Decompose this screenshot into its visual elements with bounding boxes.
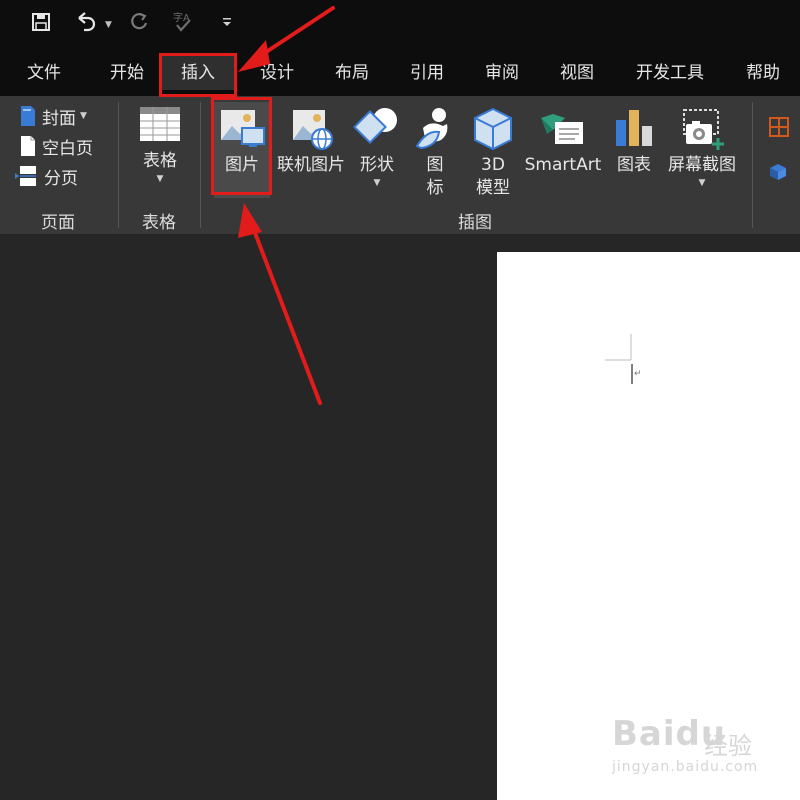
undo-dropdown-icon[interactable]: ▼ bbox=[105, 20, 112, 30]
smartart-icon bbox=[541, 114, 583, 144]
save-icon[interactable] bbox=[27, 8, 55, 36]
tab-developer[interactable]: 开发工具 bbox=[626, 56, 714, 90]
online-picture-icon bbox=[293, 110, 333, 150]
chart-icon bbox=[616, 110, 652, 146]
cover-dropdown-icon: ▼ bbox=[80, 111, 87, 121]
customize-toolbar-icon[interactable] bbox=[213, 8, 241, 36]
tab-references[interactable]: 引用 bbox=[400, 56, 454, 90]
tab-home[interactable]: 开始 bbox=[100, 56, 154, 90]
icons-button[interactable]: 图 标 bbox=[410, 102, 460, 200]
cover-page-label: 封面 bbox=[42, 108, 76, 129]
tab-file[interactable]: 文件 bbox=[17, 56, 71, 90]
tab-design[interactable]: 设计 bbox=[250, 56, 304, 90]
screenshot-dropdown-icon: ▼ bbox=[698, 178, 706, 188]
media-icon[interactable] bbox=[768, 160, 794, 182]
3d-model-button[interactable]: 3D 模型 bbox=[466, 102, 520, 200]
screenshot-button[interactable]: 屏幕截图 ▼ bbox=[662, 102, 742, 189]
icons-label-line2: 标 bbox=[426, 178, 444, 198]
page-break-label: 分页 bbox=[44, 168, 78, 189]
online-picture-label: 联机图片 bbox=[277, 155, 345, 175]
group-label-tables: 表格 bbox=[142, 213, 176, 233]
tab-help[interactable]: 帮助 bbox=[736, 56, 790, 90]
addin-icon[interactable] bbox=[768, 116, 790, 138]
group-separator bbox=[118, 102, 119, 228]
tab-view[interactable]: 视图 bbox=[550, 56, 604, 90]
icons-label-line1: 图 bbox=[426, 155, 444, 175]
blank-page-label: 空白页 bbox=[42, 138, 93, 159]
table-button[interactable]: 表格 ▼ bbox=[130, 102, 190, 185]
tab-review[interactable]: 审阅 bbox=[475, 56, 529, 90]
group-label-pages: 页面 bbox=[41, 213, 75, 233]
chart-button[interactable]: 图表 bbox=[610, 102, 658, 177]
tab-layout[interactable]: 布局 bbox=[325, 56, 379, 90]
screenshot-icon bbox=[683, 109, 724, 150]
blank-page-button[interactable]: 空白页 bbox=[18, 132, 93, 160]
table-icon bbox=[140, 107, 180, 141]
icons-icon bbox=[415, 108, 448, 150]
shapes-label: 形状 bbox=[360, 155, 394, 175]
ribbon-tabs: 文件 开始 插入 设计 布局 引用 审阅 视图 开发工具 帮助 bbox=[0, 46, 800, 100]
table-label: 表格 bbox=[143, 151, 177, 171]
group-label-illustrations: 插图 bbox=[458, 213, 492, 233]
3d-model-label-line1: 3D bbox=[481, 155, 505, 175]
quick-access-toolbar: ▼ 字A bbox=[0, 0, 800, 46]
baidu-watermark: Baidu 经验 jingyan.baidu.com bbox=[612, 714, 762, 784]
redo-icon[interactable] bbox=[125, 8, 153, 36]
online-picture-button[interactable]: 联机图片 bbox=[276, 102, 346, 177]
picture-label: 图片 bbox=[225, 155, 259, 175]
undo-icon[interactable] bbox=[72, 8, 100, 36]
svg-text:↵: ↵ bbox=[634, 369, 642, 379]
screenshot-label: 屏幕截图 bbox=[668, 155, 736, 175]
smartart-label: SmartArt bbox=[524, 155, 602, 175]
page-break-button[interactable]: 分页 bbox=[14, 162, 78, 190]
cover-page-button[interactable]: 封面 ▼ bbox=[18, 102, 87, 130]
table-dropdown-icon: ▼ bbox=[156, 174, 164, 184]
page-break-icon bbox=[15, 166, 36, 186]
chart-label: 图表 bbox=[617, 155, 651, 175]
cover-page-icon bbox=[21, 106, 35, 126]
3d-cube-icon bbox=[474, 107, 512, 151]
group-separator bbox=[752, 102, 753, 228]
shapes-dropdown-icon: ▼ bbox=[373, 178, 381, 188]
smartart-button[interactable]: SmartArt bbox=[522, 102, 604, 177]
shapes-icon bbox=[353, 108, 397, 144]
shapes-button[interactable]: 形状 ▼ bbox=[350, 102, 404, 189]
picture-icon bbox=[221, 110, 265, 147]
spelling-check-icon[interactable]: 字A bbox=[169, 8, 197, 36]
watermark-cn: 经验 bbox=[704, 732, 752, 760]
group-separator bbox=[200, 102, 201, 228]
watermark-url: jingyan.baidu.com bbox=[612, 759, 759, 775]
picture-button[interactable]: 图片 bbox=[214, 102, 270, 198]
tab-insert[interactable]: 插入 bbox=[162, 56, 234, 90]
ribbon-panel: 封面 ▼ 空白页 分页 页面 表格 ▼ 表格 图片 联机图片 形状 ▼ 图 标 … bbox=[0, 96, 800, 234]
blank-page-icon bbox=[21, 136, 35, 156]
3d-model-label-line2: 模型 bbox=[476, 178, 510, 198]
